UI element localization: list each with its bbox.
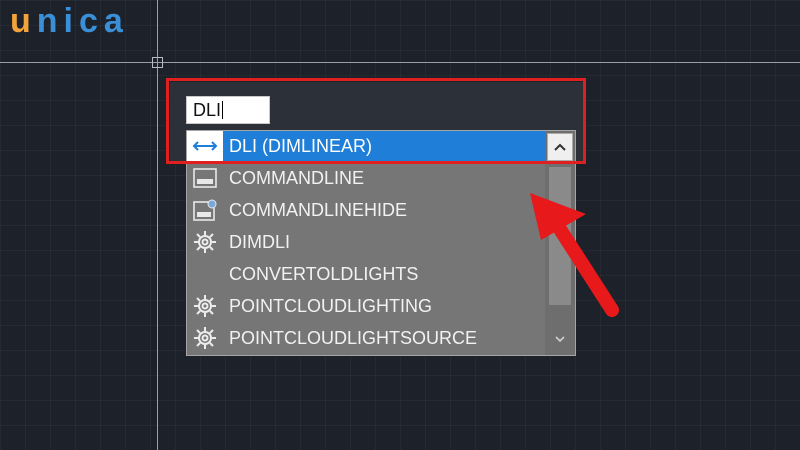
annotation-arrow-icon — [530, 193, 619, 317]
